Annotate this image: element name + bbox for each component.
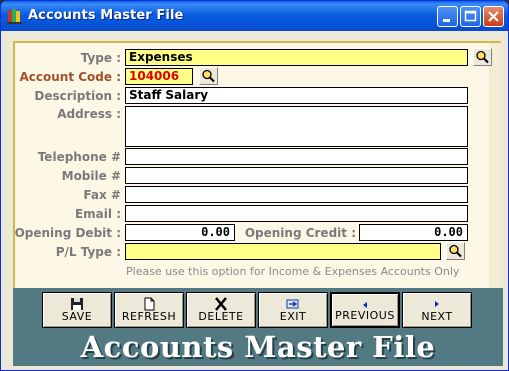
address-label: Address : xyxy=(57,107,121,121)
close-icon xyxy=(488,11,499,22)
opening-credit-label: Opening Credit : xyxy=(244,226,356,240)
pl-type-label: P/L Type : xyxy=(55,245,121,259)
pl-type-hint: Please use this option for Income & Expe… xyxy=(126,265,460,278)
exit-arrow-icon xyxy=(286,299,299,309)
action-toolbar: SAVE REFRESH DELETE EXIT PREVIOUS NEXT A… xyxy=(13,288,503,366)
new-page-icon xyxy=(144,297,155,311)
next-label: NEXT xyxy=(421,310,453,323)
description-field[interactable]: Staff Salary xyxy=(125,87,468,104)
save-button[interactable]: SAVE xyxy=(42,292,112,328)
delete-label: DELETE xyxy=(198,310,244,323)
arrow-right-icon xyxy=(435,301,439,307)
type-lookup-button[interactable] xyxy=(473,48,492,66)
type-field[interactable]: Expenses xyxy=(125,49,468,66)
maximize-button[interactable] xyxy=(460,6,481,27)
email-label: Email : xyxy=(74,207,121,221)
vertical-scrollbar[interactable] xyxy=(489,43,501,311)
magnifier-icon xyxy=(449,244,462,258)
pl-type-lookup-button[interactable] xyxy=(446,242,465,260)
mobile-field[interactable] xyxy=(125,167,468,184)
next-button[interactable]: NEXT xyxy=(402,292,472,328)
refresh-button[interactable]: REFRESH xyxy=(114,292,184,328)
fax-label: Fax # xyxy=(83,188,121,202)
account-code-lookup-button[interactable] xyxy=(199,67,218,85)
app-icon xyxy=(7,9,22,24)
close-button[interactable] xyxy=(483,6,504,27)
telephone-label: Telephone # xyxy=(37,150,121,164)
save-label: SAVE xyxy=(61,310,93,323)
window-title: Accounts Master File xyxy=(28,8,184,23)
minimize-button[interactable] xyxy=(437,6,458,27)
refresh-label: REFRESH xyxy=(121,310,177,323)
description-label: Description : xyxy=(34,89,121,103)
magnifier-icon xyxy=(476,50,489,64)
client-area: Type : Expenses Account Code : 104006 De… xyxy=(4,31,506,369)
opening-debit-field[interactable]: 0.00 xyxy=(125,224,235,241)
account-code-label: Account Code : xyxy=(19,70,121,84)
fax-field[interactable] xyxy=(125,186,468,203)
accounts-master-window: Accounts Master File Type : Expenses Acc… xyxy=(0,0,509,371)
exit-button[interactable]: EXIT xyxy=(258,292,328,328)
telephone-field[interactable] xyxy=(125,148,468,165)
form-panel: Type : Expenses Account Code : 104006 De… xyxy=(13,41,501,311)
mobile-label: Mobile # xyxy=(61,169,121,183)
banner-title: Accounts Master File xyxy=(80,330,436,364)
exit-label: EXIT xyxy=(279,310,307,323)
previous-button[interactable]: PREVIOUS xyxy=(330,292,400,328)
magnifier-icon xyxy=(202,69,215,83)
minimize-icon xyxy=(443,19,450,22)
opening-credit-field[interactable]: 0.00 xyxy=(359,224,468,241)
title-bar[interactable]: Accounts Master File xyxy=(1,1,508,31)
address-field[interactable] xyxy=(125,106,468,147)
email-field[interactable] xyxy=(125,205,468,222)
pl-type-field[interactable] xyxy=(125,243,441,260)
type-label: Type : xyxy=(80,51,121,65)
opening-debit-label: Opening Debit : xyxy=(14,226,121,240)
maximize-icon xyxy=(464,10,477,22)
delete-button[interactable]: DELETE xyxy=(186,292,256,328)
account-code-field[interactable]: 104006 xyxy=(125,68,193,85)
previous-label: PREVIOUS xyxy=(335,309,395,322)
delete-x-icon xyxy=(215,297,227,311)
floppy-disk-icon xyxy=(71,298,83,310)
